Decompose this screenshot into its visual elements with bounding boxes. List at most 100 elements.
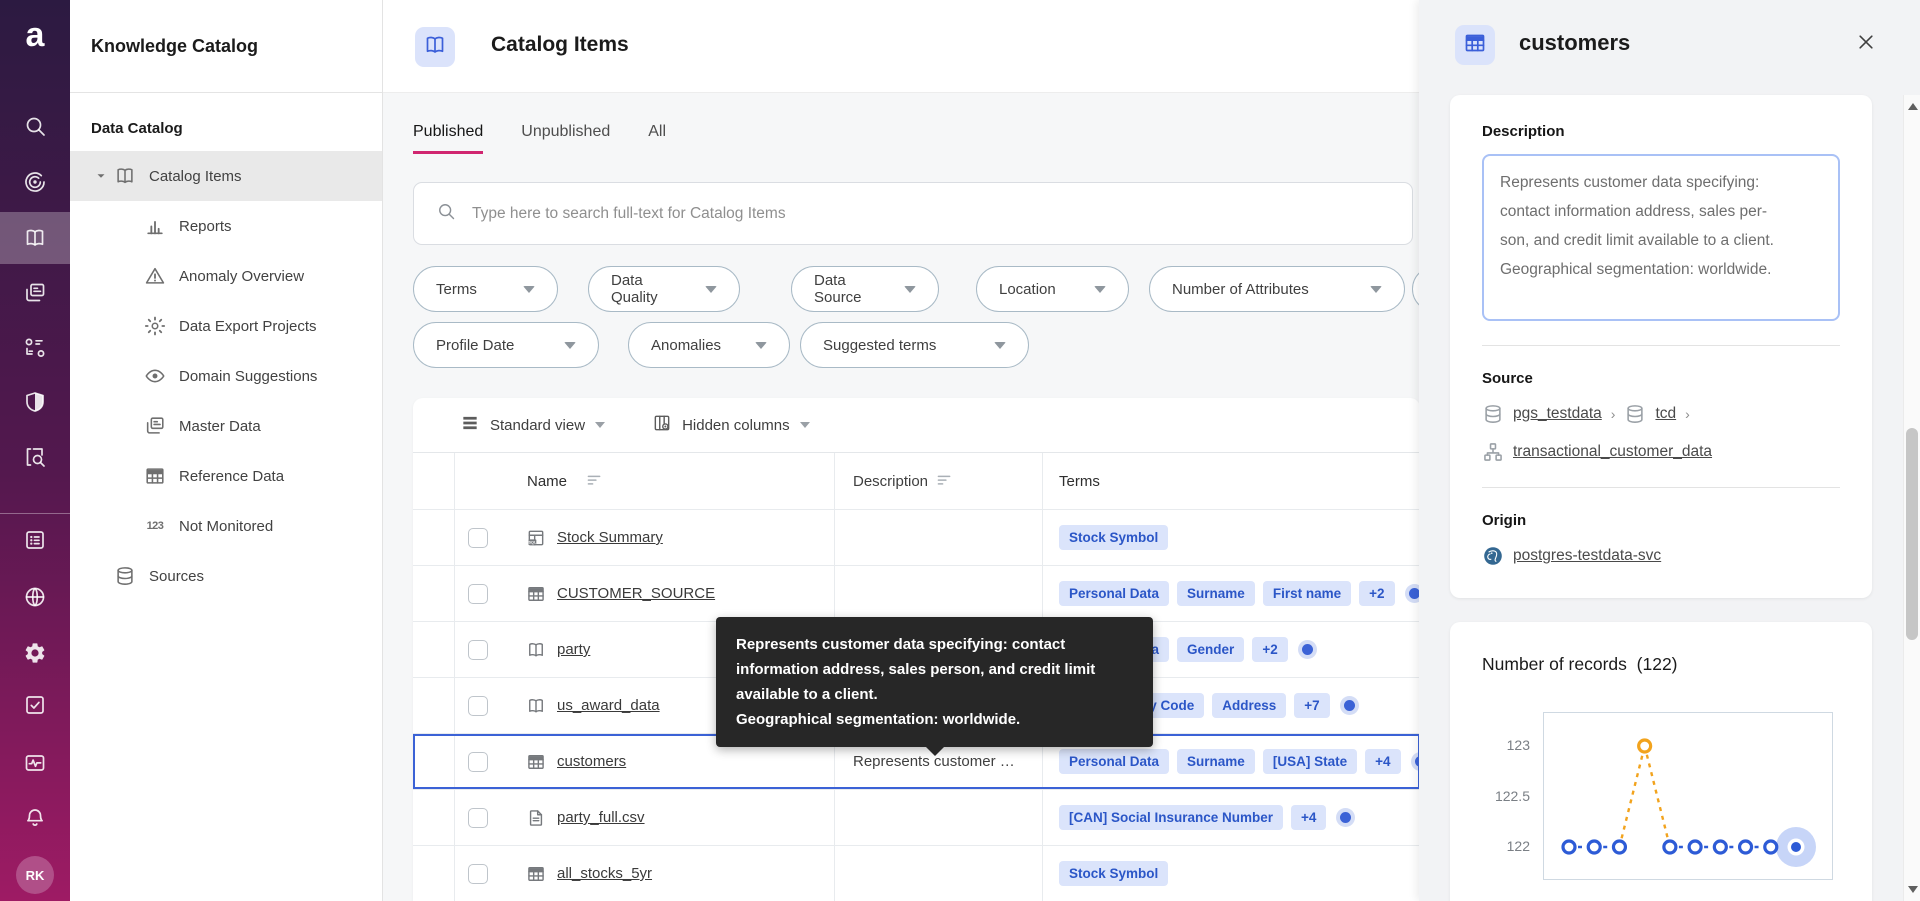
more-terms-chip[interactable]: +4 bbox=[1291, 805, 1326, 830]
filter-suggested-terms[interactable]: Suggested terms bbox=[800, 322, 1029, 368]
filter-terms[interactable]: Terms bbox=[413, 266, 558, 312]
sidebar-item-sources[interactable]: Sources bbox=[70, 551, 382, 601]
more-terms-chip[interactable]: +7 bbox=[1294, 693, 1329, 718]
table-row[interactable]: party_full.csv [CAN] Social Insurance Num… bbox=[413, 789, 1420, 845]
item-name-link[interactable]: Stock Summary bbox=[557, 529, 663, 546]
term-chip[interactable]: [USA] State bbox=[1263, 749, 1357, 774]
chevron-down-icon[interactable] bbox=[88, 170, 114, 182]
row-checkbox[interactable] bbox=[468, 696, 488, 716]
source-link[interactable]: pgs_testdata bbox=[1513, 405, 1602, 423]
avatar[interactable]: RK bbox=[16, 856, 54, 894]
app-logo[interactable]: a bbox=[0, 16, 70, 55]
column-header-terms[interactable]: Terms bbox=[1043, 453, 1420, 509]
shield-icon[interactable] bbox=[23, 390, 47, 414]
tab-unpublished[interactable]: Unpublished bbox=[521, 123, 610, 154]
description-textarea[interactable]: Represents customer data specifying: con… bbox=[1482, 154, 1840, 321]
filter-number-of-attributes[interactable]: Number of Attributes bbox=[1149, 266, 1405, 312]
row-checkbox[interactable] bbox=[468, 864, 488, 884]
settings-gear-icon[interactable] bbox=[23, 641, 47, 665]
sort-icon[interactable] bbox=[587, 474, 602, 488]
close-button[interactable] bbox=[1851, 29, 1881, 59]
projects-clipboard-icon[interactable] bbox=[23, 281, 47, 305]
source-link[interactable]: transactional_customer_data bbox=[1513, 443, 1712, 461]
monitoring-pulse-icon[interactable] bbox=[23, 751, 47, 775]
scrollbar-thumb[interactable] bbox=[1906, 428, 1918, 640]
sidebar-item-reference-data[interactable]: Reference Data bbox=[70, 451, 382, 501]
item-name-link[interactable]: us_award_data bbox=[557, 697, 660, 714]
filter-data-quality[interactable]: Data Quality bbox=[588, 266, 740, 312]
item-name-link[interactable]: CUSTOMER_SOURCE bbox=[557, 585, 715, 602]
table-row[interactable]: CUSTOMER_SOURCE Personal Data Surname First… bbox=[413, 565, 1420, 621]
more-indicator-dot[interactable] bbox=[1340, 812, 1351, 823]
row-checkbox[interactable] bbox=[468, 528, 488, 548]
scroll-down-arrow[interactable] bbox=[1908, 886, 1918, 893]
more-terms-chip[interactable]: +2 bbox=[1252, 637, 1287, 662]
origin-link[interactable]: postgres-testdata-svc bbox=[1513, 547, 1661, 565]
tasks-checkbox-icon[interactable] bbox=[23, 693, 47, 717]
filter-location[interactable]: Location bbox=[976, 266, 1129, 312]
row-checkbox[interactable] bbox=[468, 808, 488, 828]
term-chip[interactable]: First name bbox=[1263, 581, 1351, 606]
more-terms-chip[interactable]: +4 bbox=[1365, 749, 1400, 774]
more-indicator-dot[interactable] bbox=[1409, 588, 1420, 599]
row-checkbox[interactable] bbox=[468, 752, 488, 772]
chevron-down-icon bbox=[523, 286, 535, 293]
term-chip[interactable]: Surname bbox=[1177, 581, 1255, 606]
sidebar-item-master-data[interactable]: Master Data bbox=[70, 401, 382, 451]
filter-data-source[interactable]: Data Source bbox=[791, 266, 939, 312]
term-chip[interactable]: [CAN] Social Insurance Number bbox=[1059, 805, 1283, 830]
tab-all[interactable]: All bbox=[648, 123, 666, 154]
sidebar-item-domain-suggestions[interactable]: Domain Suggestions bbox=[70, 351, 382, 401]
sidebar-item-anomaly-overview[interactable]: Anomaly Overview bbox=[70, 251, 382, 301]
term-chip[interactable]: Stock Symbol bbox=[1059, 861, 1168, 886]
sidebar-item-data-export-projects[interactable]: Data Export Projects bbox=[70, 301, 382, 351]
source-link[interactable]: tcd bbox=[1655, 405, 1676, 423]
item-name-link[interactable]: all_stocks_5yr bbox=[557, 865, 652, 882]
table-row[interactable]: all_stocks_5yr Stock Symbol bbox=[413, 845, 1420, 901]
sidebar-item-label: Catalog Items bbox=[149, 168, 242, 185]
tab-published[interactable]: Published bbox=[413, 123, 483, 154]
table-toolbar: Standard view Hidden columns bbox=[413, 398, 1420, 452]
source-breadcrumb-row: pgs_testdata›tcd› bbox=[1482, 403, 1840, 425]
gutter-cell bbox=[413, 678, 455, 733]
item-name-link[interactable]: customers bbox=[557, 753, 626, 770]
search-icon[interactable] bbox=[23, 114, 47, 138]
filter-profile-date[interactable]: Profile Date bbox=[413, 322, 599, 368]
column-header-name[interactable]: Name bbox=[500, 453, 835, 509]
term-chip[interactable]: Personal Data bbox=[1059, 749, 1169, 774]
term-chip[interactable]: Surname bbox=[1177, 749, 1255, 774]
sidebar-item-catalog-items[interactable]: Catalog Items bbox=[70, 151, 382, 201]
filter-anomalies[interactable]: Anomalies bbox=[628, 322, 790, 368]
notifications-bell-icon[interactable] bbox=[23, 806, 47, 830]
scroll-up-arrow[interactable] bbox=[1908, 103, 1918, 110]
workflow-nodes-icon[interactable] bbox=[23, 336, 47, 360]
term-chip[interactable]: Personal Data bbox=[1059, 581, 1169, 606]
catalog-book-icon[interactable] bbox=[23, 226, 47, 250]
data-quality-swirl-icon[interactable] bbox=[23, 170, 47, 194]
row-checkbox[interactable] bbox=[468, 584, 488, 604]
audit-search-icon[interactable] bbox=[23, 445, 47, 469]
column-header-description[interactable]: Description bbox=[835, 453, 1043, 509]
term-chip[interactable]: Stock Symbol bbox=[1059, 525, 1168, 550]
view-selector[interactable]: Standard view bbox=[460, 413, 605, 437]
item-name-link[interactable]: party_full.csv bbox=[557, 809, 645, 826]
source-label: Source bbox=[1482, 370, 1840, 387]
tab-bar: Published Unpublished All bbox=[413, 123, 666, 154]
filter-label: Profile Date bbox=[436, 337, 514, 354]
sidebar-item-not-monitored[interactable]: 123Not Monitored bbox=[70, 501, 382, 551]
row-checkbox[interactable] bbox=[468, 640, 488, 660]
search-input[interactable] bbox=[472, 205, 1390, 223]
term-chip[interactable]: Gender bbox=[1177, 637, 1244, 662]
item-name-link[interactable]: party bbox=[557, 641, 590, 658]
panel-scrollbar[interactable] bbox=[1903, 95, 1920, 901]
more-indicator-dot[interactable] bbox=[1344, 700, 1355, 711]
list-panel-icon[interactable] bbox=[23, 528, 47, 552]
hidden-columns-selector[interactable]: Hidden columns bbox=[652, 413, 810, 437]
term-chip[interactable]: Address bbox=[1212, 693, 1286, 718]
sidebar-item-reports[interactable]: Reports bbox=[70, 201, 382, 251]
table-row[interactable]: SQLStock SummaryStock Symbol bbox=[413, 509, 1420, 565]
more-indicator-dot[interactable] bbox=[1302, 644, 1313, 655]
sort-icon[interactable] bbox=[937, 474, 952, 488]
globe-icon[interactable] bbox=[23, 585, 47, 609]
more-terms-chip[interactable]: +2 bbox=[1359, 581, 1394, 606]
